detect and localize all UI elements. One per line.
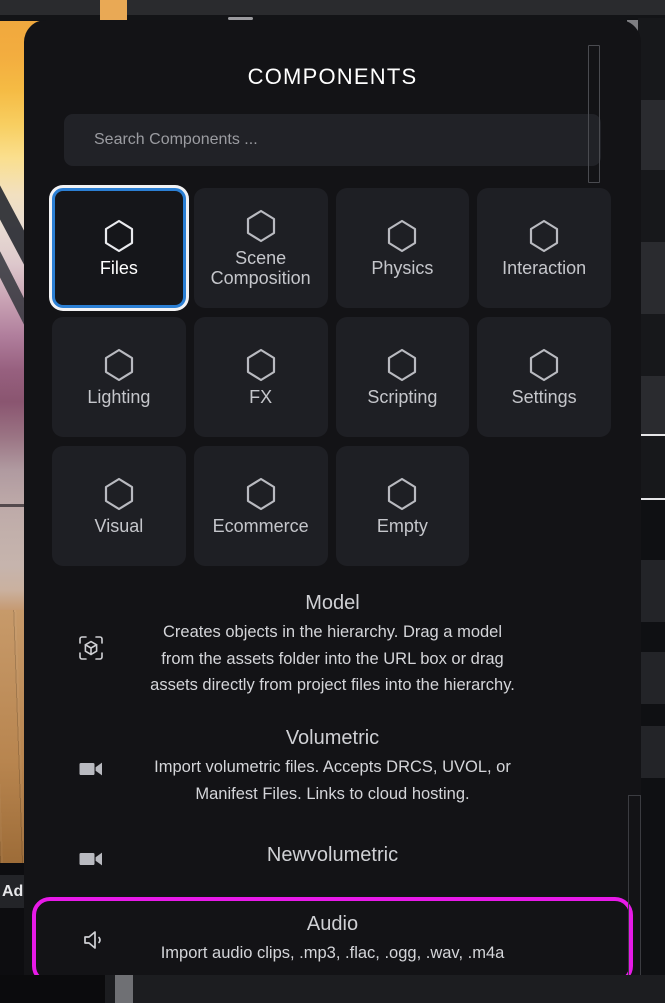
page-title: COMPONENTS [247,64,418,89]
category-scene-composition[interactable]: Scene Composition [193,188,328,308]
hexagon-icon [527,218,561,254]
search-input-container[interactable] [64,114,601,166]
category-empty[interactable]: Empty [335,446,470,566]
category-visual[interactable]: Visual [52,446,186,566]
video-camera-icon [76,844,106,874]
category-label: Visual [94,515,144,536]
component-item-model[interactable]: Model Creates objects in the hierarchy. … [24,586,641,709]
component-name: Model [305,592,360,614]
hexagon-icon [102,347,136,383]
category-fx[interactable]: FX [193,317,328,437]
category-label: Scene Composition [210,247,311,288]
app-horizontal-scrollbar-track[interactable] [105,975,665,1003]
hexagon-icon [385,476,419,512]
components-panel: COMPONENTS Files Scene Composition [24,20,641,1003]
hexagon-icon [244,347,278,383]
hexagon-icon [244,476,278,512]
component-name: Volumetric [285,727,380,750]
category-ecommerce[interactable]: Ecommerce [193,446,328,566]
cube-scan-icon [76,633,106,663]
category-settings[interactable]: Settings [477,317,611,437]
toolbar-color-swatch[interactable] [100,0,127,20]
ad-button[interactable]: Ad [0,875,25,908]
category-files[interactable]: Files [52,188,186,308]
category-label: Physics [371,257,434,278]
category-interaction[interactable]: Interaction [477,188,611,308]
component-name: Newvolumetric [266,843,399,866]
category-label: Interaction [502,257,587,278]
category-physics[interactable]: Physics [335,188,470,308]
category-grid: Files Scene Composition Physics Interact… [52,188,611,566]
component-name: Audio [306,912,359,935]
video-camera-icon [76,754,106,784]
component-item-audio[interactable]: Audio Import audio clips, .mp3, .flac, .… [32,896,633,985]
app-horizontal-scrollbar-thumb[interactable] [115,975,133,1003]
component-description: Creates objects in the hierarchy. Drag a… [150,623,515,695]
category-grid-empty-cell [477,446,611,566]
category-label: FX [249,386,273,407]
component-item-volumetric[interactable]: Volumetric Import volumetric files. Acce… [24,721,641,817]
category-label: Scripting [367,386,438,407]
category-label: Settings [511,386,577,407]
category-scripting[interactable]: Scripting [335,317,470,437]
category-label: Empty [376,515,428,536]
panel-scrollbar-thumb[interactable] [588,45,600,183]
speaker-icon [80,925,110,955]
category-label: Lighting [87,386,151,407]
category-lighting[interactable]: Lighting [52,317,186,437]
background-right-column [638,18,665,1003]
search-input[interactable] [94,131,571,149]
screen-root: Ad COMPONENTS Files Scene Composition [0,0,665,1003]
panel-scrollbar-thumb-lower[interactable] [628,795,641,1003]
component-description: Import volumetric files. Accepts DRCS, U… [154,758,511,803]
category-label: Files [99,257,138,278]
hexagon-icon [102,476,136,512]
hexagon-icon [385,347,419,383]
category-label: Ecommerce [212,515,309,536]
component-list: Model Creates objects in the hierarchy. … [24,586,641,1003]
hexagon-icon [244,208,278,244]
component-item-newvolumetric[interactable]: Newvolumetric [24,838,641,881]
hexagon-icon [385,218,419,254]
hexagon-icon [527,347,561,383]
component-description: Import audio clips, .mp3, .flac, .ogg, .… [160,943,505,962]
hexagon-icon [102,218,136,254]
horizontal-scrollbar-left-cap [0,975,105,1003]
